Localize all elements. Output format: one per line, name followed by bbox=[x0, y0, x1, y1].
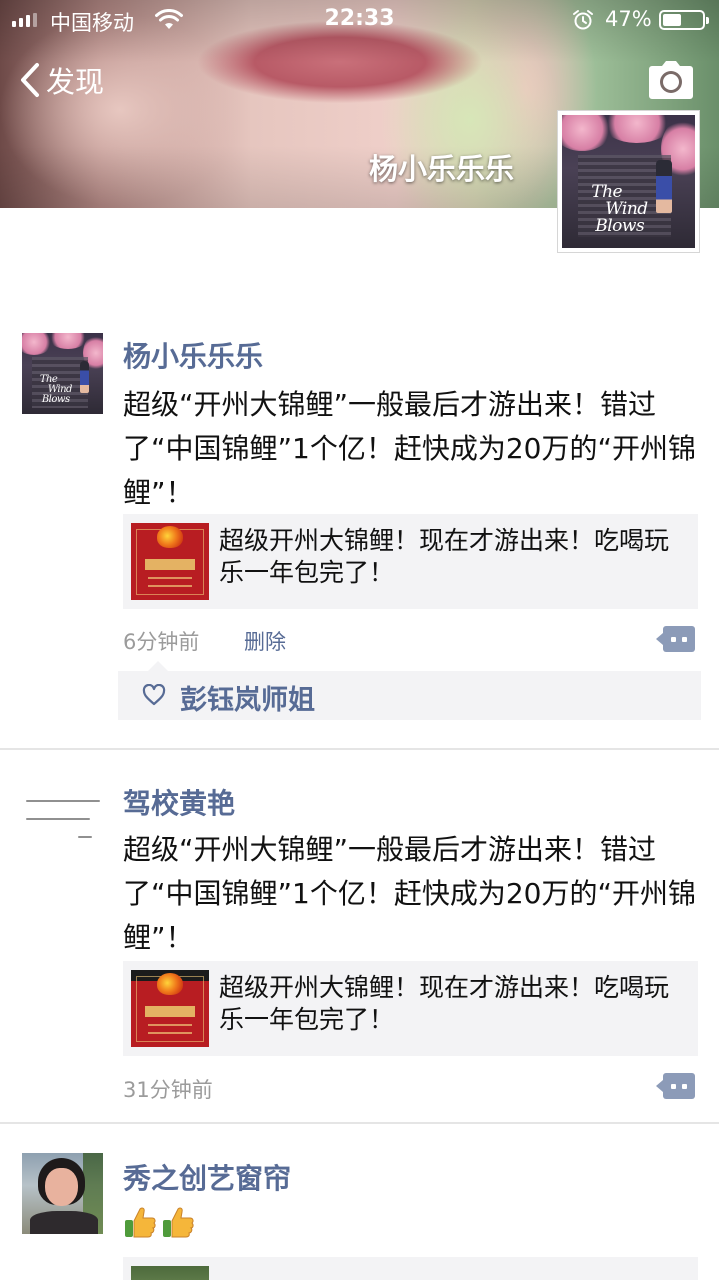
likes-section: 彭钰岚师姐 bbox=[118, 661, 701, 720]
chevron-left-icon bbox=[21, 63, 39, 97]
thumbs-up-icon bbox=[163, 1207, 194, 1238]
comment-icon[interactable] bbox=[656, 1073, 695, 1099]
status-bar: 中国移动 22:33 47% bbox=[0, 0, 719, 40]
link-thumbnail bbox=[131, 970, 209, 1047]
back-label: 发现 bbox=[46, 65, 105, 99]
link-thumbnail bbox=[131, 523, 209, 600]
thumbs-up-icon bbox=[125, 1207, 156, 1238]
post-time: 31分钟前 bbox=[123, 1078, 213, 1102]
avatar-title-line: Blows bbox=[41, 394, 70, 406]
battery-icon bbox=[659, 10, 709, 30]
emoji-row bbox=[123, 1205, 195, 1239]
link-card[interactable]: 超级开州大锦鲤！现在才游出来！吃喝玩乐一年包完了！ bbox=[123, 961, 698, 1056]
post-text: 超级“开州大锦鲤”一般最后才游出来！错过了“中国锦鲤”1个亿！赶快成为20万的“… bbox=[123, 388, 696, 509]
post-avatar[interactable]: The Wind Blows bbox=[22, 333, 103, 414]
post-text: 超级“开州大锦鲤”一般最后才游出来！错过了“中国锦鲤”1个亿！赶快成为20万的“… bbox=[123, 833, 696, 954]
comment-icon[interactable] bbox=[656, 626, 695, 652]
link-card[interactable]: 超级开州大锦鲤！现在才游出来！吃喝玩乐一年包完了！ bbox=[123, 514, 698, 609]
avatar-title-line: Blows bbox=[595, 216, 645, 237]
back-button[interactable]: 发现 bbox=[18, 60, 104, 100]
link-thumbnail bbox=[131, 1266, 209, 1280]
link-title: 超级开州大锦鲤！现在才游出来！吃喝玩乐一年包完了！ bbox=[219, 973, 670, 1034]
post-author[interactable]: 驾校黄艳 bbox=[123, 782, 235, 822]
divider bbox=[0, 748, 719, 750]
heart-icon bbox=[142, 684, 166, 706]
cover-username: 杨小乐乐乐 bbox=[368, 152, 514, 186]
profile-avatar[interactable]: The Wind Blows bbox=[557, 110, 700, 253]
battery-level bbox=[663, 14, 681, 26]
link-title: 超级开州大锦鲤！现在才游出来！吃喝玩乐一年包完了！ bbox=[219, 526, 670, 587]
post-author[interactable]: 杨小乐乐乐 bbox=[123, 335, 263, 375]
camera-icon[interactable] bbox=[648, 60, 694, 100]
post-time: 6分钟前 bbox=[123, 630, 200, 654]
divider bbox=[0, 1122, 719, 1124]
delete-button[interactable]: 删除 bbox=[244, 626, 286, 656]
battery-percent: 47% bbox=[605, 7, 652, 31]
link-card[interactable] bbox=[123, 1257, 698, 1280]
post-author[interactable]: 秀之创艺窗帘 bbox=[123, 1157, 291, 1197]
like-user[interactable]: 彭钰岚师姐 bbox=[180, 678, 315, 717]
post-avatar[interactable] bbox=[22, 1153, 103, 1234]
alarm-icon bbox=[573, 10, 593, 30]
post-avatar[interactable] bbox=[22, 780, 103, 861]
